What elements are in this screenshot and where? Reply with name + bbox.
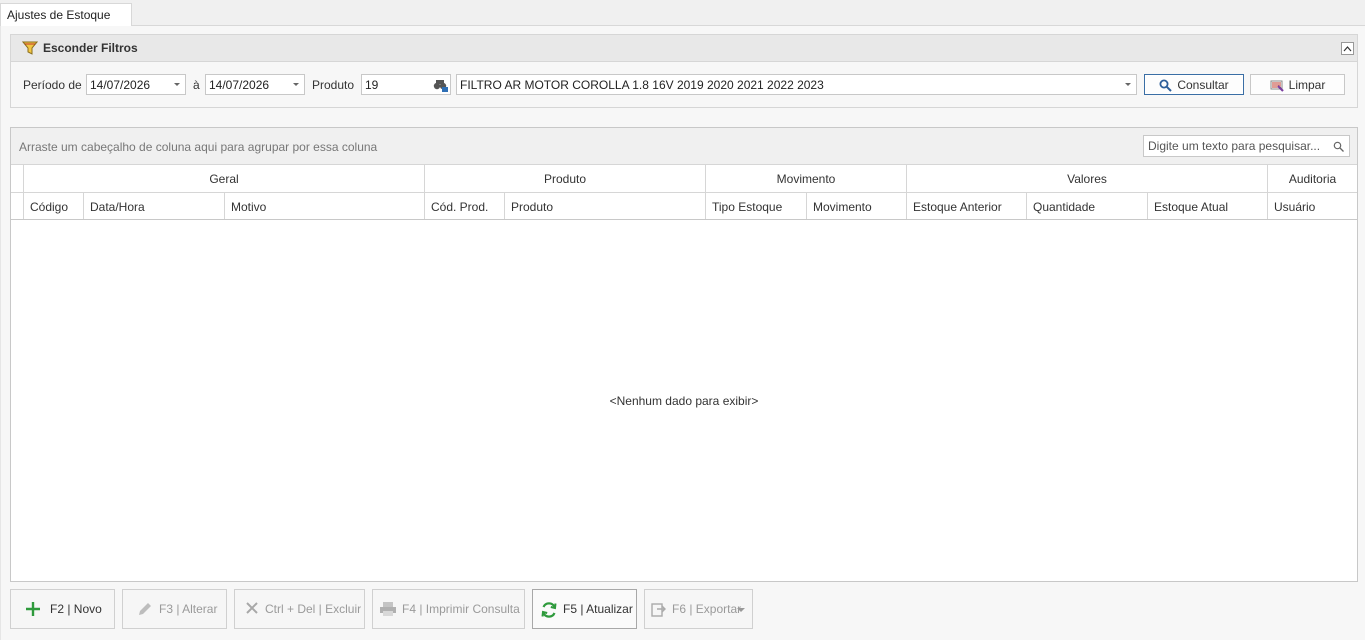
search-placeholder: Digite um texto para pesquisar... [1148,139,1321,153]
column-codigo[interactable]: Código [23,193,83,219]
band-geral[interactable]: Geral [23,165,424,192]
row-indicator-header [11,165,23,192]
produto-code-value: 19 [365,78,379,92]
dropdown-arrow-icon[interactable] [1125,83,1131,86]
date-from-field[interactable]: 14/07/2026 [86,74,186,95]
filter-header-title: Esconder Filtros [43,41,138,55]
date-from-value: 14/07/2026 [90,78,151,92]
band-produto[interactable]: Produto [424,165,705,192]
export-icon [651,603,666,617]
dropdown-caret-icon[interactable] [737,608,745,612]
group-panel-hint: Arraste um cabeçalho de coluna aqui para… [19,140,378,154]
funnel-icon [22,41,38,55]
main-content: Esconder Filtros Período de 14/07/2026 à… [0,26,1365,640]
band-header-row: Geral Produto Movimento Valores Auditori… [11,165,1357,193]
column-header-row: Código Data/Hora Motivo Cód. Prod. Produ… [11,193,1357,220]
excluir-button[interactable]: Ctrl + Del | Excluir [234,589,365,629]
limpar-button[interactable]: Limpar [1250,74,1345,95]
consultar-label: Consultar [1177,78,1229,92]
band-auditoria[interactable]: Auditoria [1267,165,1357,192]
plus-icon [26,602,40,616]
column-estoque-anterior[interactable]: Estoque Anterior [906,193,1026,219]
produto-code-field[interactable]: 19 [361,74,451,95]
atualizar-label: F5 | Atualizar [563,602,633,616]
binoculars-search-icon[interactable] [432,78,448,92]
limpar-label: Limpar [1288,78,1326,92]
alterar-button[interactable]: F3 | Alterar [122,589,227,629]
search-icon [1333,141,1344,152]
filter-header[interactable]: Esconder Filtros [11,35,1357,62]
novo-button[interactable]: F2 | Novo [10,589,115,629]
data-grid: Arraste um cabeçalho de coluna aqui para… [10,127,1358,582]
a-label: à [193,78,200,92]
dropdown-arrow-icon[interactable] [293,83,299,86]
eraser-icon [1270,80,1284,92]
date-to-field[interactable]: 14/07/2026 [205,74,305,95]
column-estoque-atual[interactable]: Estoque Atual [1147,193,1267,219]
tab-strip: Ajustes de Estoque [0,0,1365,27]
column-cod-prod[interactable]: Cód. Prod. [424,193,504,219]
column-usuario[interactable]: Usuário [1267,193,1357,219]
printer-icon [380,602,396,616]
periodo-label: Período de [23,78,82,92]
collapse-filter-button[interactable] [1341,42,1354,55]
chevron-up-icon [1343,46,1352,52]
imprimir-button[interactable]: F4 | Imprimir Consulta [372,589,525,629]
refresh-icon [541,602,557,618]
empty-grid-message: <Nenhum dado para exibir> [609,394,759,408]
bottom-toolbar: F2 | Novo F3 | Alterar Ctrl + Del | Excl… [10,589,770,629]
tab-ajustes-estoque[interactable]: Ajustes de Estoque [0,3,132,27]
filter-row: Período de 14/07/2026 à 14/07/2026 Produ… [11,74,1357,96]
alterar-label: F3 | Alterar [159,602,218,616]
column-data-hora[interactable]: Data/Hora [83,193,224,219]
produto-desc-field[interactable]: FILTRO AR MOTOR COROLLA 1.8 16V 2019 202… [456,74,1137,95]
band-movimento[interactable]: Movimento [705,165,906,192]
group-panel[interactable]: Arraste um cabeçalho de coluna aqui para… [11,128,1357,165]
column-tipo-estoque[interactable]: Tipo Estoque [705,193,806,219]
column-quantidade[interactable]: Quantidade [1026,193,1147,219]
imprimir-label: F4 | Imprimir Consulta [402,602,520,616]
magnifier-icon [1159,79,1173,92]
dropdown-arrow-icon[interactable] [174,83,180,86]
grid-search-input[interactable]: Digite um texto para pesquisar... [1143,135,1350,157]
row-indicator-header [11,193,23,219]
pencil-icon [139,603,151,615]
excluir-label: Ctrl + Del | Excluir [265,602,362,616]
column-movimento[interactable]: Movimento [806,193,906,219]
band-valores[interactable]: Valores [906,165,1267,192]
produto-desc-value: FILTRO AR MOTOR COROLLA 1.8 16V 2019 202… [460,78,824,92]
novo-label: F2 | Novo [50,602,102,616]
exportar-button[interactable]: F6 | Exportar [644,589,753,629]
close-icon [246,602,258,614]
filter-panel: Esconder Filtros Período de 14/07/2026 à… [10,34,1358,108]
exportar-label: F6 | Exportar [672,602,742,616]
column-motivo[interactable]: Motivo [224,193,424,219]
consultar-button[interactable]: Consultar [1144,74,1244,95]
produto-label: Produto [312,78,355,92]
date-to-value: 14/07/2026 [209,78,270,92]
atualizar-button[interactable]: F5 | Atualizar [532,589,637,629]
column-produto[interactable]: Produto [504,193,705,219]
